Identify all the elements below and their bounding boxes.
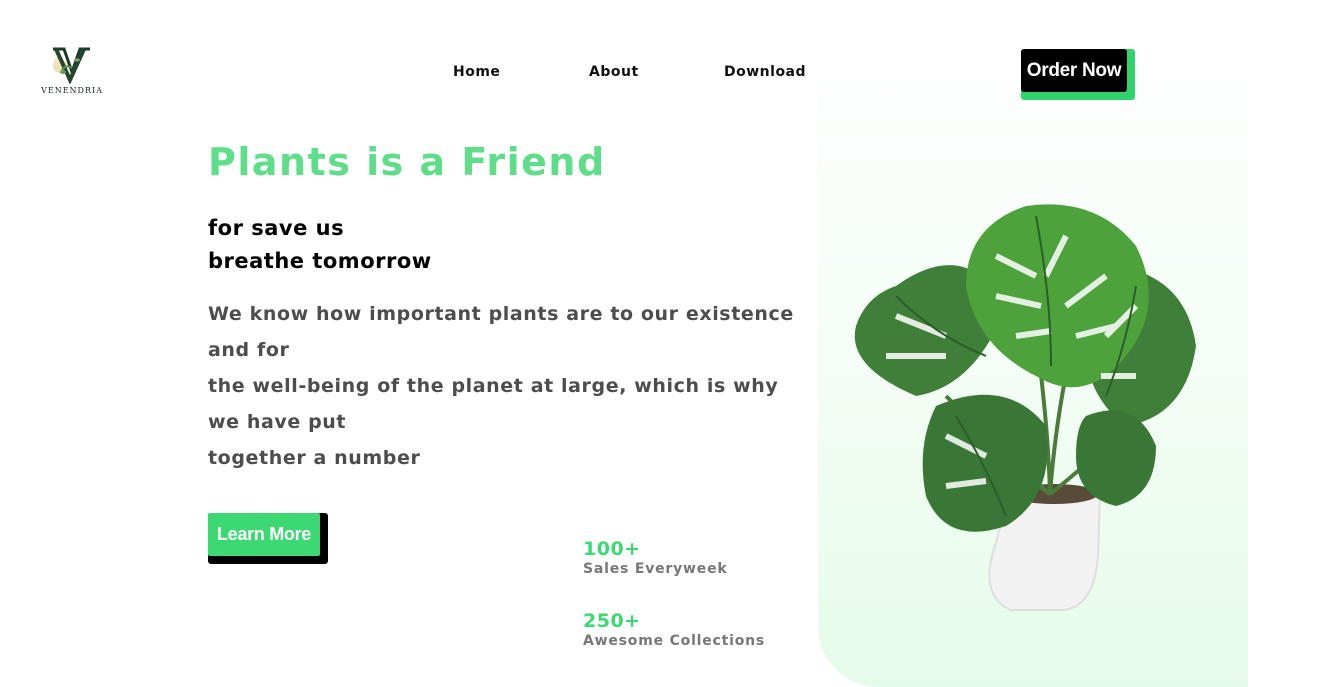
learn-more-label: Learn More xyxy=(208,513,320,556)
monstera-plant-image xyxy=(854,204,1196,611)
hero-subtitle-line: breathe tomorrow xyxy=(208,249,432,273)
stat-label: Sales Everyweek xyxy=(583,561,728,577)
hero-description-line: and for xyxy=(208,339,290,361)
hero-description-line: together a number xyxy=(208,447,421,469)
hero-subtitle: for save us breathe tomorrow xyxy=(208,212,432,278)
learn-more-button[interactable]: Learn More xyxy=(208,513,328,564)
nav-download[interactable]: Download xyxy=(724,64,806,80)
stat-value: 100+ xyxy=(583,538,641,560)
hero-description-line: the well-being of the planet at large, w… xyxy=(208,375,779,397)
hero-description: We know how important plants are to our … xyxy=(208,296,820,476)
order-now-button[interactable]: Order Now xyxy=(1021,49,1135,100)
stat-collections: 250+ Awesome Collections xyxy=(583,610,765,649)
nav-about[interactable]: About xyxy=(589,64,639,80)
brand-name: VENENDRIA xyxy=(41,86,103,95)
hero-title: Plants is a Friend xyxy=(208,140,606,184)
hero-subtitle-line: for save us xyxy=(208,216,345,240)
stat-label: Awesome Collections xyxy=(583,633,766,649)
stat-value: 250+ xyxy=(583,610,641,632)
main-nav: Home About Download xyxy=(0,64,1342,86)
order-now-label: Order Now xyxy=(1021,49,1127,92)
nav-home[interactable]: Home xyxy=(453,64,500,80)
hero-description-line: We know how important plants are to our … xyxy=(208,303,794,325)
hero-description-line: we have put xyxy=(208,411,347,433)
plant-leaves xyxy=(854,204,1196,532)
stat-sales: 100+ Sales Everyweek xyxy=(583,538,727,577)
